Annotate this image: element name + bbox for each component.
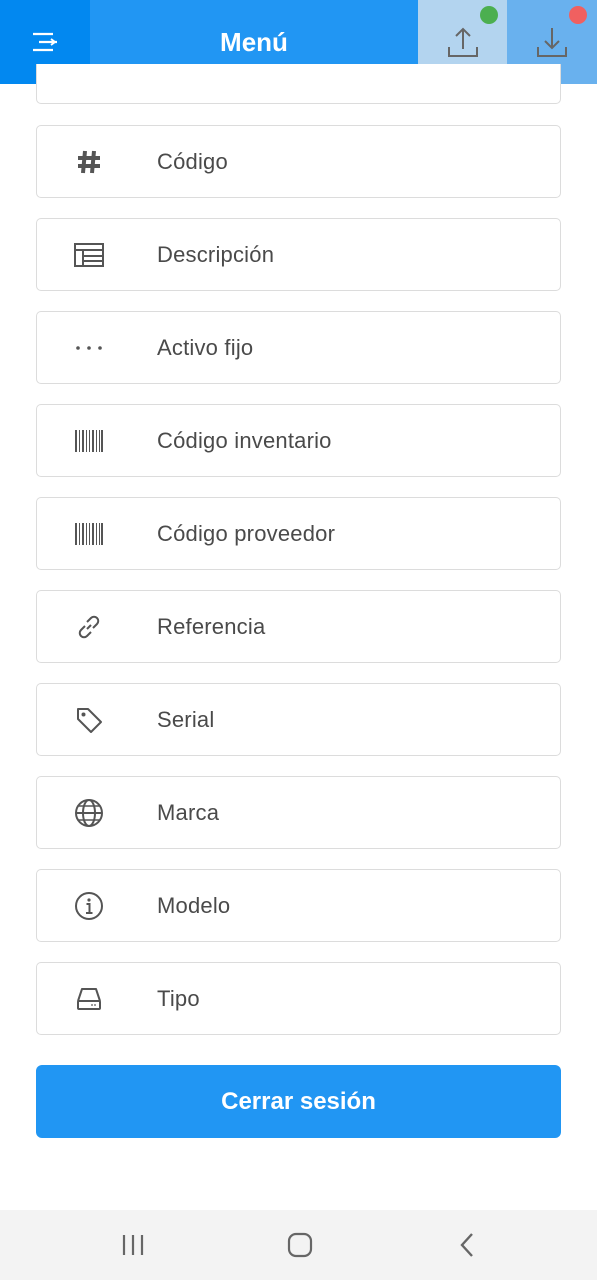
list-item-codigo-inventario[interactable]: Código inventario (36, 404, 561, 477)
list-item-modelo[interactable]: Modelo (36, 869, 561, 942)
barcode-icon (75, 522, 103, 545)
list-item-label: Código (157, 148, 228, 174)
globe-icon (75, 798, 103, 827)
recents-icon (122, 1235, 144, 1255)
home-button[interactable] (260, 1210, 340, 1280)
list-item-label: Descripción (157, 241, 275, 267)
home-icon (287, 1232, 313, 1258)
list-item-label: Activo fijo (157, 334, 254, 360)
list-item-serial[interactable]: Serial (36, 683, 561, 756)
menu-icon (33, 32, 57, 52)
list-item-label: Tipo (157, 985, 200, 1011)
list-item-label: Modelo (157, 892, 231, 918)
logout-button[interactable]: Cerrar sesión (36, 1065, 561, 1138)
description-icon (74, 242, 104, 267)
system-navigation-bar (0, 1210, 597, 1280)
list-item-descripcion[interactable]: Descripción (36, 218, 561, 291)
ellipsis-icon (76, 345, 102, 350)
upload-icon (447, 27, 478, 57)
download-status-dot (569, 6, 587, 24)
barcode-icon (75, 429, 103, 452)
list-item-label: Referencia (157, 613, 266, 639)
recents-button[interactable] (93, 1210, 173, 1280)
list-item-label: Código inventario (157, 427, 332, 453)
back-button[interactable] (428, 1210, 508, 1280)
list-item-codigo[interactable]: Código (36, 125, 561, 198)
back-icon (460, 1233, 473, 1257)
list-item-label: Marca (157, 799, 220, 825)
info-icon (75, 891, 103, 920)
list-item-label: Serial (157, 706, 215, 732)
upload-status-dot (480, 6, 498, 24)
link-icon (78, 615, 100, 638)
tag-icon (77, 707, 102, 733)
list-item-tipo[interactable]: Tipo (36, 962, 561, 1035)
list-item-codigo-proveedor[interactable]: Código proveedor (36, 497, 561, 570)
download-icon (537, 28, 567, 57)
drive-icon (77, 987, 101, 1010)
hash-icon (78, 150, 100, 173)
list-item-marca[interactable]: Marca (36, 776, 561, 849)
list-item-label: Código proveedor (157, 520, 336, 546)
clipped-list-item[interactable] (36, 64, 561, 104)
list-item-referencia[interactable]: Referencia (36, 590, 561, 663)
list-item-activo-fijo[interactable]: Activo fijo (36, 311, 561, 384)
